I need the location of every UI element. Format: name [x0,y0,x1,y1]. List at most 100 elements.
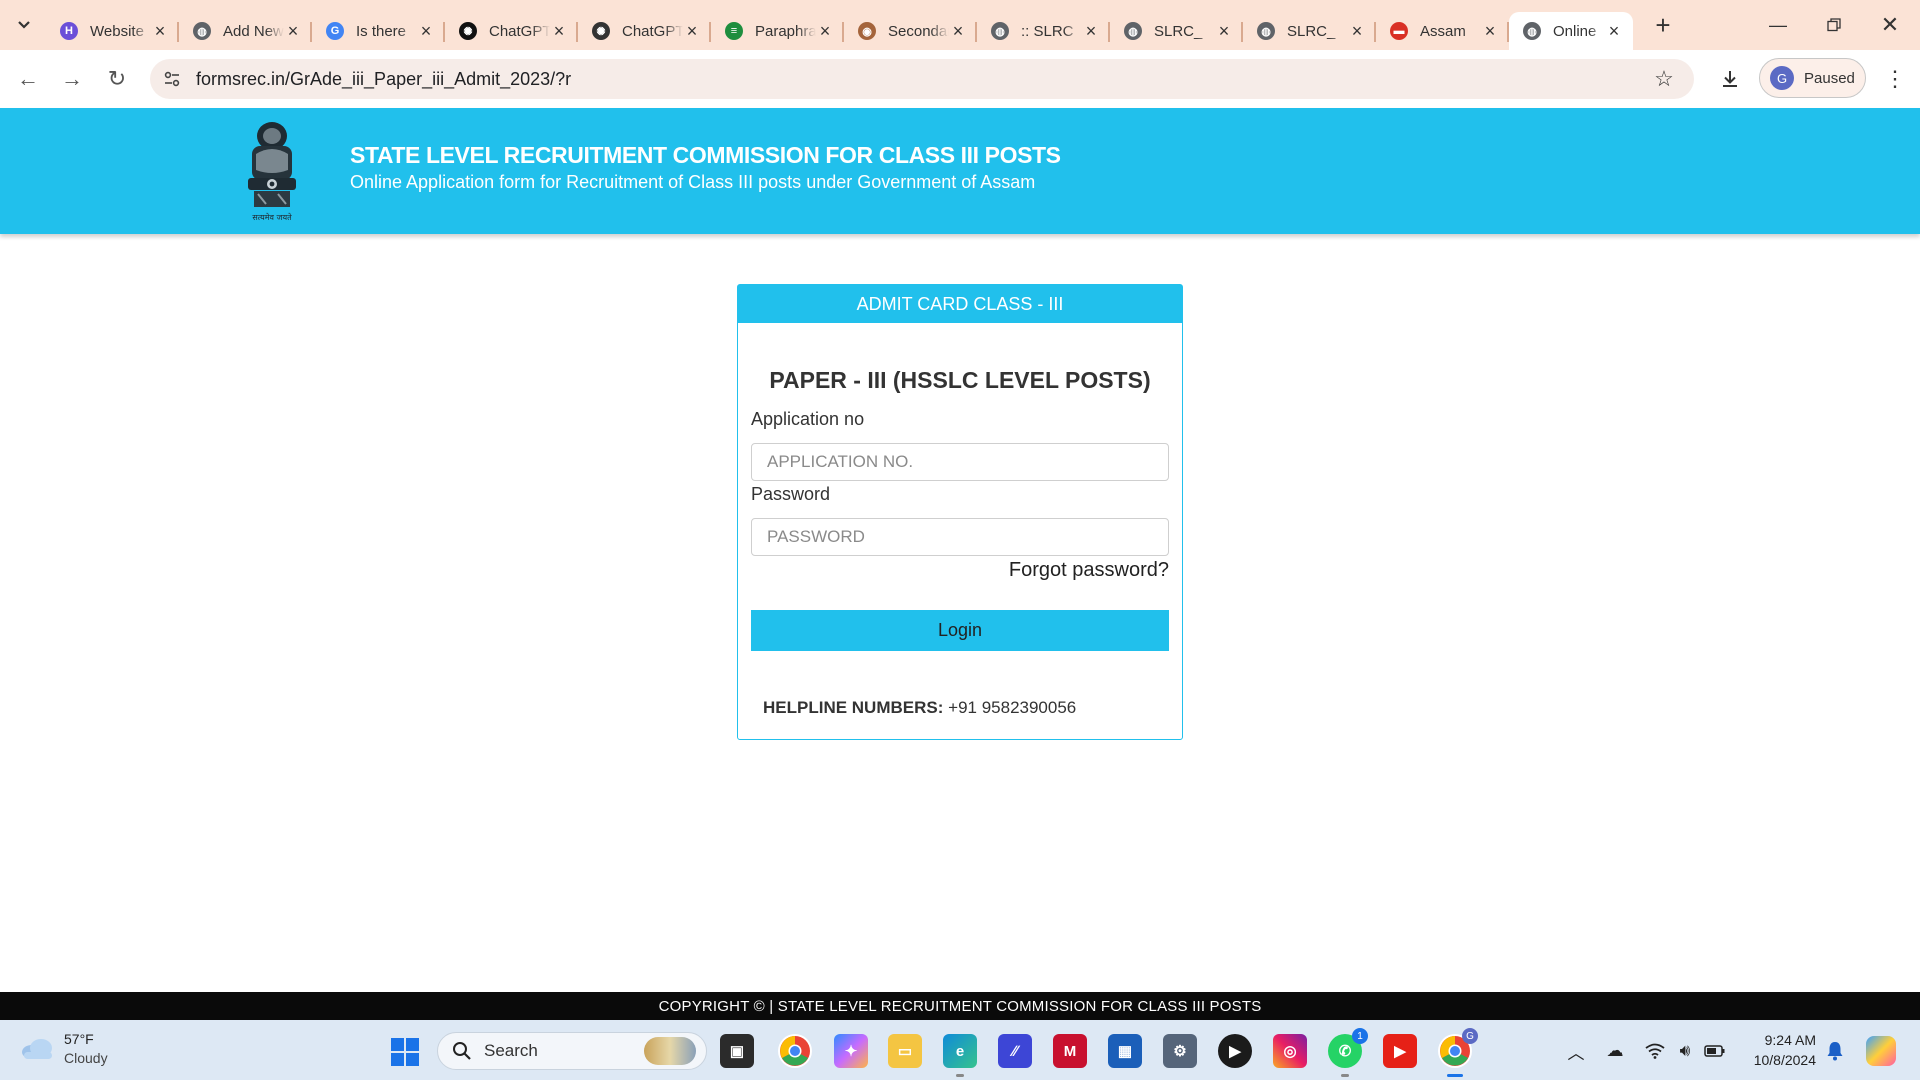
instagram-app-icon[interactable]: ◎ [1273,1034,1307,1068]
chrome-profile-app-icon[interactable]: G [1438,1028,1478,1077]
bookmark-star-icon[interactable]: ☆ [1652,66,1676,91]
writing-app-icon[interactable]: ∕∕ [998,1034,1032,1068]
profile-status: Paused [1804,69,1855,87]
tab-title: ChatGPT [622,22,683,40]
helpline: HELPLINE NUMBERS: +91 9582390056 [763,698,1076,718]
chrome-app-icon[interactable] [778,1034,812,1068]
application-no-input[interactable] [751,443,1169,481]
minimize-icon: — [1769,14,1787,35]
tab-close-icon[interactable]: × [683,21,701,41]
tab-close-icon[interactable]: × [949,21,967,41]
tab-close-icon[interactable]: × [151,21,169,41]
restore-icon [1827,18,1841,32]
tab-close-icon[interactable]: × [550,21,568,41]
browser-tab[interactable]: ◍:: SLRC × [977,12,1110,50]
browser-tab[interactable]: H Website × [46,12,179,50]
new-tab-button[interactable]: + [1648,10,1678,40]
site-footer: COPYRIGHT © | STATE LEVEL RECRUITMENT CO… [0,992,1920,1020]
download-button[interactable] [1714,63,1746,95]
tab-close-icon[interactable]: × [1481,21,1499,41]
clock-time: 9:24 AM [1764,1032,1816,1048]
tab-close-icon[interactable]: × [1605,21,1623,41]
show-hidden-icons-icon[interactable]: ︿ [1565,1040,1587,1063]
whatsapp-app-icon[interactable]: ✆ 1 [1328,1028,1368,1077]
onedrive-icon[interactable]: ☁ [1604,1040,1626,1062]
reload-button[interactable]: ↻ [101,63,133,95]
browser-tab[interactable]: G Is there × [312,12,445,50]
close-window-button[interactable]: ✕ [1862,0,1918,50]
admit-card-login-panel: ADMIT CARD CLASS - III PAPER - III (HSSL… [737,284,1183,740]
weather-widget[interactable]: 57°F Cloudy [20,1030,108,1068]
close-icon: ✕ [1880,12,1900,37]
forgot-password-link[interactable]: Forgot password? [1009,559,1169,582]
file-explorer-icon[interactable]: ▭ [888,1034,922,1068]
copilot-tray-icon[interactable] [1866,1036,1896,1066]
taskbar-search[interactable]: Search [437,1032,707,1070]
browser-tab[interactable]: ▬ Assam × [1376,12,1509,50]
profile-button[interactable]: G Paused [1759,58,1866,98]
tab-search-button[interactable] [8,9,40,41]
tab-close-icon[interactable]: × [417,21,435,41]
edge-app-icon[interactable]: e [943,1034,977,1077]
media-player-icon[interactable]: ▶ [1218,1034,1252,1068]
address-bar[interactable]: formsrec.in/GrAde_iii_Paper_iii_Admit_20… [150,59,1694,99]
tab-favicon-icon: ◉ [858,22,876,40]
tab-list: H Website × ◍ Add New × G Is there × ✺ ChatGPT × ✺ Ch… [46,6,1633,50]
reload-icon: ↻ [107,66,127,91]
browser-tab[interactable]: ◉ Secondary× [844,12,977,50]
wifi-icon[interactable] [1644,1040,1666,1062]
site-info-icon[interactable] [160,67,184,91]
arrow-right-icon: → [61,66,83,91]
battery-icon[interactable] [1704,1040,1726,1062]
tab-title: Add New [223,22,284,40]
clock[interactable]: 9:24 AM 10/8/2024 [1736,1030,1816,1070]
login-button[interactable]: Login [751,610,1169,651]
tab-title: Assam [1420,22,1466,40]
settings-gear-icon[interactable]: ⚙ [1163,1034,1197,1068]
tab-favicon-icon: ◍ [1124,22,1142,40]
tab-close-icon[interactable]: × [1348,21,1366,41]
restore-button[interactable] [1806,0,1862,50]
tab-favicon-icon: ✺ [459,22,477,40]
minimize-button[interactable]: — [1750,0,1806,50]
tab-title: Paraphrase [755,22,816,40]
windows-start-icon[interactable] [390,1037,420,1067]
paper-title: PAPER - III (HSSLC LEVEL POSTS) [769,367,1151,393]
mcafee-app-icon[interactable]: M [1053,1034,1087,1068]
emblem-caption: सत्यमेव जयते [252,212,292,222]
browser-tab[interactable]: ✺ ChatGPT × [578,12,711,50]
forward-button[interactable]: → [56,63,88,95]
weather-desc: Cloudy [64,1050,108,1066]
copilot-app-icon[interactable]: ✦ [834,1034,868,1068]
task-view-icon[interactable]: ▣ [720,1034,754,1068]
video-app-icon[interactable]: ▶ [1383,1034,1417,1068]
browser-tab[interactable]: ◍ Add New × [179,12,312,50]
tab-close-icon[interactable]: × [284,21,302,41]
browser-tab[interactable]: ◍ SLRC_ × [1243,12,1376,50]
search-icon [453,1042,471,1060]
tab-favicon-icon: ✺ [592,22,610,40]
browser-menu-button[interactable]: ⋮ [1880,63,1910,95]
browser-toolbar: ← → ↻ formsrec.in/GrAde_iii_Paper_iii_Ad… [0,50,1920,108]
tab-close-icon[interactable]: × [1215,21,1233,41]
url-text[interactable]: formsrec.in/GrAde_iii_Paper_iii_Admit_20… [196,69,571,90]
clock-date: 10/8/2024 [1753,1052,1816,1068]
browser-tab[interactable]: ✺ ChatGPT × [445,12,578,50]
browser-tab[interactable]: ◍ Online × [1509,12,1633,50]
card-heading: ADMIT CARD CLASS - III [738,285,1182,323]
helpline-number: +91 9582390056 [948,698,1077,717]
back-button[interactable]: ← [12,63,44,95]
tab-close-icon[interactable]: × [816,21,834,41]
search-highlight-icon [644,1037,696,1065]
browser-tab[interactable]: ≡ Paraphrase× [711,12,844,50]
notification-bell-icon[interactable] [1824,1040,1846,1062]
national-emblem-icon: सत्यमेव जयते [248,122,296,222]
volume-icon[interactable]: 🔊︎ [1674,1040,1696,1062]
store-app-icon[interactable]: ▦ [1108,1034,1142,1068]
password-input[interactable] [751,518,1169,556]
taskbar: 57°F Cloudy Search ▣ ✦ ▭ e ∕∕ M ▦ ⚙ ▶ ◎ … [0,1020,1920,1080]
browser-tab[interactable]: ◍ SLRC_ × [1110,12,1243,50]
tab-title: Secondary [888,22,949,40]
tab-favicon-icon: ◍ [991,22,1009,40]
tab-close-icon[interactable]: × [1082,21,1100,41]
